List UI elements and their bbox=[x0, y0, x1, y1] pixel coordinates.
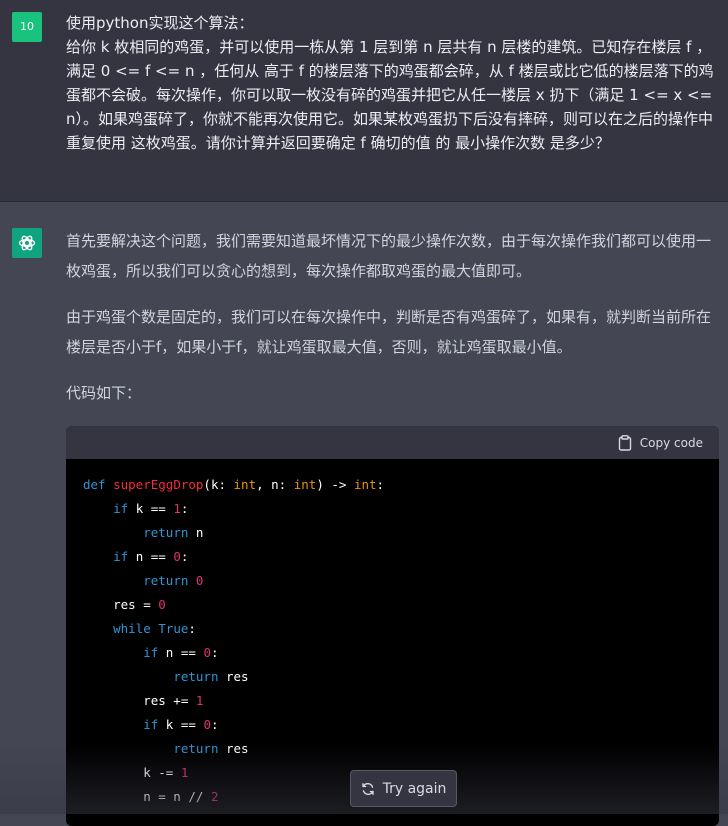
code-token: int bbox=[233, 477, 257, 492]
try-again-label: Try again bbox=[382, 780, 447, 797]
code-token: k == bbox=[158, 717, 204, 732]
openai-logo-icon bbox=[18, 235, 36, 251]
code-token: res += bbox=[83, 693, 196, 708]
user-avatar: 10 bbox=[12, 12, 42, 42]
code-token: int bbox=[353, 477, 377, 492]
code-token: 0 bbox=[203, 717, 211, 732]
code-token: k -= bbox=[83, 765, 181, 780]
code-token: n == bbox=[128, 549, 174, 564]
user-message-text: 使用python实现这个算法： 给你 k 枚相同的鸡蛋，并可以使用一栋从第 1 … bbox=[66, 14, 714, 152]
code-token: 2 bbox=[210, 789, 219, 804]
assistant-paragraph-3: 代码如下： bbox=[66, 384, 142, 402]
code-line: return 0 bbox=[83, 569, 703, 593]
code-token: : bbox=[188, 621, 196, 636]
code-line: if n == 0: bbox=[83, 641, 703, 665]
code-line: return res bbox=[83, 737, 703, 761]
code-token: int bbox=[293, 477, 317, 492]
code-block: Copy code def superEggDrop(k: int, n: in… bbox=[66, 426, 719, 826]
code-token: : bbox=[210, 645, 219, 660]
code-line: res += 1 bbox=[83, 689, 703, 713]
copy-code-label: Copy code bbox=[639, 436, 703, 450]
code-token: n = n // bbox=[83, 789, 211, 804]
code-token: def bbox=[83, 477, 106, 492]
try-again-button[interactable]: Try again bbox=[350, 770, 457, 807]
assistant-avatar bbox=[12, 228, 42, 258]
code-token: superEggDrop bbox=[113, 477, 204, 492]
code-token: : bbox=[376, 477, 385, 492]
code-token: if bbox=[113, 549, 129, 564]
code-token: res bbox=[218, 741, 249, 756]
code-token: res = bbox=[83, 597, 159, 612]
code-token: if bbox=[113, 501, 129, 516]
code-token: : bbox=[180, 549, 189, 564]
code-token: 0 bbox=[203, 645, 211, 660]
code-line: while True: bbox=[83, 617, 703, 641]
code-token: if bbox=[143, 645, 159, 660]
code-token: : bbox=[180, 501, 189, 516]
code-token: (k: bbox=[203, 477, 234, 492]
code-block-header: Copy code bbox=[66, 426, 719, 459]
code-token: return bbox=[143, 573, 189, 588]
code-line: res = 0 bbox=[83, 593, 703, 617]
code-token: if bbox=[143, 717, 159, 732]
assistant-paragraph-1: 首先要解决这个问题，我们需要知道最坏情况下的最少操作次数，由于每次操作我们都可以… bbox=[66, 232, 712, 280]
code-line: if k == 1: bbox=[83, 497, 703, 521]
code-token: 1 bbox=[195, 693, 204, 708]
code-line: if k == 0: bbox=[83, 713, 703, 737]
code-token: while bbox=[113, 621, 151, 636]
assistant-message: 首先要解决这个问题，我们需要知道最坏情况下的最少操作次数，由于每次操作我们都可以… bbox=[0, 202, 728, 826]
code-token: , n: bbox=[256, 477, 294, 492]
code-token: res bbox=[218, 669, 249, 684]
code-token: n bbox=[188, 525, 204, 540]
copy-code-button[interactable]: Copy code bbox=[618, 434, 703, 452]
code-token: 1 bbox=[173, 501, 181, 516]
assistant-paragraph-2: 由于鸡蛋个数是固定的，我们可以在每次操作中，判断是否有鸡蛋碎了，如果有，就判断当… bbox=[66, 308, 712, 356]
code-token: 1 bbox=[180, 765, 189, 780]
code-token: True bbox=[158, 621, 189, 636]
code-line: return n bbox=[83, 521, 703, 545]
code-token: 0 bbox=[195, 573, 204, 588]
code-line: return res bbox=[83, 665, 703, 689]
refresh-icon bbox=[361, 782, 374, 795]
code-token: 0 bbox=[173, 549, 181, 564]
code-content: def superEggDrop(k: int, n: int) -> int:… bbox=[66, 459, 719, 809]
code-line: def superEggDrop(k: int, n: int) -> int: bbox=[83, 473, 703, 497]
code-token: 0 bbox=[158, 597, 166, 612]
code-token: return bbox=[173, 741, 219, 756]
code-token: ) -> bbox=[316, 477, 354, 492]
code-token: return bbox=[143, 525, 189, 540]
code-token: return bbox=[173, 669, 219, 684]
code-line: if n == 0: bbox=[83, 545, 703, 569]
code-token: : bbox=[210, 717, 219, 732]
clipboard-icon bbox=[618, 435, 631, 451]
code-token: n == bbox=[158, 645, 204, 660]
code-token: k == bbox=[128, 501, 174, 516]
user-message: 10 使用python实现这个算法： 给你 k 枚相同的鸡蛋，并可以使用一栋从第… bbox=[0, 0, 728, 202]
